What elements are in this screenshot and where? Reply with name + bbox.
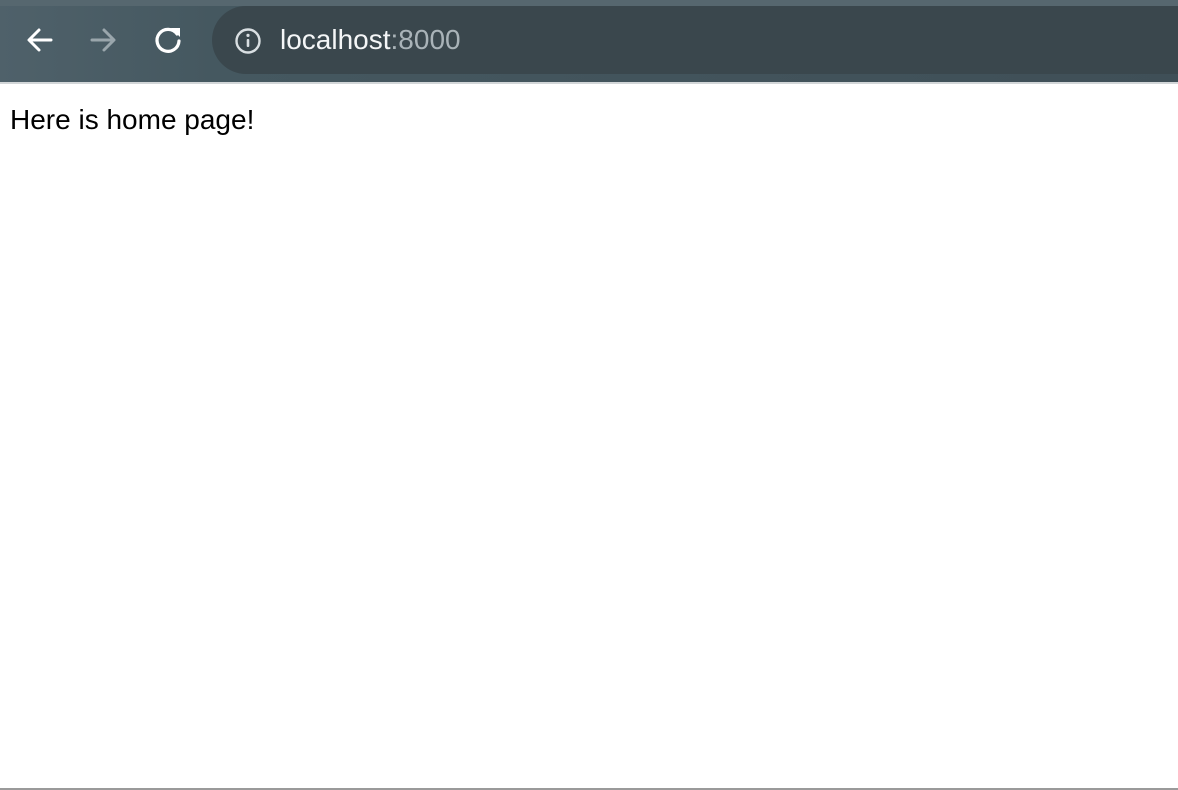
- home-page-text: Here is home page!: [10, 104, 255, 135]
- site-info-button[interactable]: [233, 26, 263, 56]
- address-bar[interactable]: localhost:8000: [212, 6, 1178, 74]
- reload-button[interactable]: [148, 20, 188, 60]
- url-text[interactable]: localhost:8000: [280, 23, 461, 57]
- forward-button[interactable]: [83, 20, 123, 60]
- url-host: localhost: [280, 24, 391, 55]
- browser-toolbar: localhost:8000: [0, 0, 1178, 84]
- back-button[interactable]: [20, 20, 60, 60]
- arrow-right-icon: [90, 28, 116, 52]
- reload-icon: [155, 27, 181, 53]
- url-port: :8000: [390, 24, 461, 55]
- arrow-left-icon: [27, 28, 53, 52]
- page-content: Here is home page!: [0, 86, 1178, 788]
- info-icon: [235, 28, 261, 54]
